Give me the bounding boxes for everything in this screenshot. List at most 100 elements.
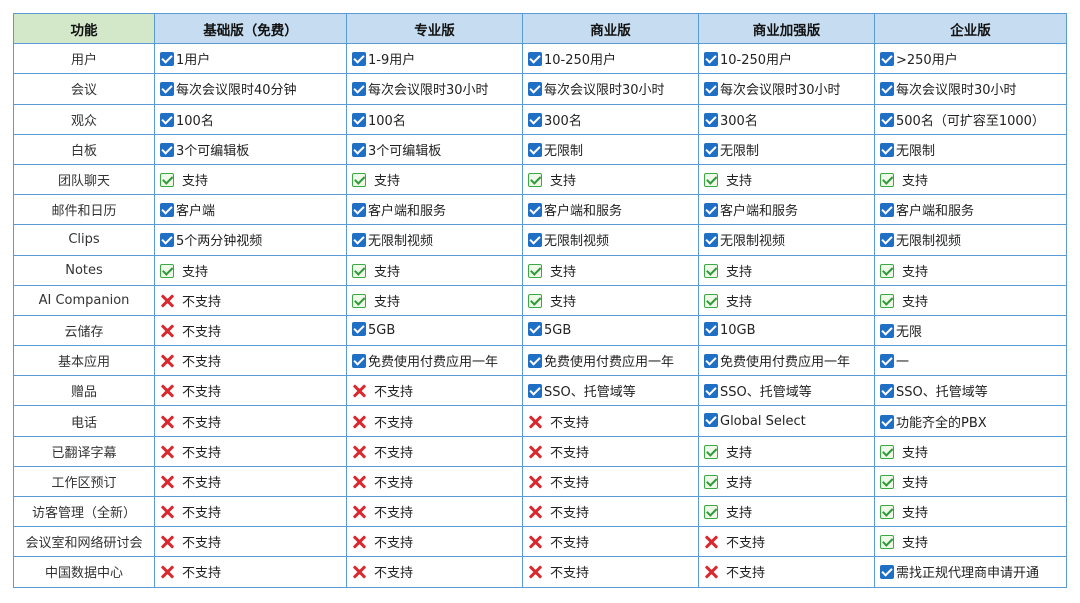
cell-text: 每次会议限时30小时 <box>896 83 1017 99</box>
green-check-icon <box>528 263 542 278</box>
cell-text: 免费使用付费应用一年 <box>368 355 499 371</box>
checkbox-checked-icon <box>528 384 542 399</box>
red-cross-icon <box>160 505 174 519</box>
cell-text: 支持 <box>726 475 753 491</box>
cell-text: 支持 <box>902 475 929 491</box>
table-row: 会议 每次会议限时40分钟 每次会议限时30小时 每次会议限时30小时 每次会议限时30… <box>13 73 1067 105</box>
green-check-icon <box>352 293 366 308</box>
plan-value-cell: 不支持 <box>154 405 347 437</box>
cell-text: SSO、托管域等 <box>720 385 812 401</box>
feature-name-cell: 观众 <box>13 103 155 135</box>
plan-value-cell: 不支持 <box>522 435 699 467</box>
plan-value-cell: 不支持 <box>154 375 347 407</box>
cell-text: 不支持 <box>374 415 414 431</box>
checkbox-checked-icon <box>528 203 542 218</box>
cell-text: 不支持 <box>550 506 590 522</box>
plan-value-cell: 支持 <box>698 254 875 286</box>
cell-text: 不支持 <box>182 566 222 582</box>
red-cross-icon <box>704 535 718 549</box>
plan-value-cell: 支持 <box>874 254 1067 286</box>
cell-text: 10-250用户 <box>544 53 617 69</box>
checkbox-checked-icon <box>528 142 542 157</box>
cell-text: 无限制视频 <box>896 234 962 250</box>
cell-text: 支持 <box>550 294 577 310</box>
plan-value-cell: 客户端和服务 <box>698 194 875 226</box>
plan-value-cell: 无限制视频 <box>346 224 523 256</box>
checkbox-checked-icon <box>352 82 366 97</box>
plan-value-cell: 支持 <box>874 526 1067 558</box>
header-enterprise-plan: 企业版 <box>874 12 1067 45</box>
red-cross-icon <box>352 535 366 549</box>
plan-value-cell: 支持 <box>346 254 523 286</box>
cell-text: 无限 <box>896 324 923 340</box>
table-row: Notes 支持 支持 支持 支持 支持 <box>13 254 1067 286</box>
cell-text: 支持 <box>902 506 929 522</box>
green-check-icon <box>704 263 718 278</box>
green-check-icon <box>160 263 174 278</box>
plan-value-cell: Global Select <box>698 405 875 437</box>
cell-text: 客户端 <box>176 204 216 220</box>
header-basic-plan: 基础版（免费） <box>154 12 347 45</box>
checkbox-checked-icon <box>528 52 542 67</box>
table-row: 工作区预订 不支持 不支持 不支持 支持 支持 <box>13 465 1067 498</box>
plan-value-cell: SSO、托管域等 <box>522 375 699 407</box>
cell-text: 不支持 <box>550 566 590 582</box>
cell-text: 每次会议限时40分钟 <box>176 83 297 99</box>
table-body: 用户 1用户 1-9用户 10-250用户 10-250用户 >250用户 会议 每次会议限时… <box>13 43 1067 588</box>
checkbox-checked-icon <box>880 52 894 67</box>
plan-value-cell: 支持 <box>874 495 1067 528</box>
cell-text: 支持 <box>902 294 929 310</box>
feature-name-cell: 会议 <box>13 73 155 105</box>
plan-value-cell: 10GB <box>698 314 875 347</box>
plan-value-cell: 无限制视频 <box>698 224 875 256</box>
checkbox-checked-icon <box>704 354 718 369</box>
cell-text: 不支持 <box>182 294 222 310</box>
plan-value-cell: 不支持 <box>154 465 347 498</box>
cell-text: 不支持 <box>182 506 222 522</box>
table-row: 基本应用 不支持 免费使用付费应用一年 免费使用付费应用一年 免费使用付费应用一年 一 <box>13 345 1067 377</box>
plan-value-cell: 不支持 <box>346 465 523 498</box>
green-check-icon <box>880 173 894 188</box>
feature-name-cell: AI Companion <box>13 284 155 316</box>
red-cross-icon <box>528 565 542 579</box>
red-cross-icon <box>160 475 174 489</box>
plan-value-cell: 不支持 <box>522 405 699 437</box>
cell-text: 不支持 <box>182 415 222 431</box>
plan-value-cell: 3个可编辑板 <box>346 133 523 165</box>
plan-value-cell: 不支持 <box>522 526 699 558</box>
cell-text: 不支持 <box>374 385 414 401</box>
plan-value-cell: 支持 <box>154 163 347 196</box>
plan-value-cell: 不支持 <box>154 314 347 347</box>
checkbox-checked-icon <box>528 112 542 127</box>
plan-value-cell: 支持 <box>874 435 1067 467</box>
plan-value-cell: 免费使用付费应用一年 <box>522 345 699 377</box>
green-check-icon <box>880 293 894 308</box>
plan-value-cell: 不支持 <box>346 556 523 588</box>
plan-value-cell: 无限制 <box>874 133 1067 165</box>
header-row: 功能 基础版（免费） 专业版 商业版 商业加强版 企业版 <box>13 12 1067 45</box>
cell-text: 支持 <box>374 294 401 310</box>
cell-text: 不支持 <box>550 415 590 431</box>
cell-text: 免费使用付费应用一年 <box>544 355 675 371</box>
cell-text: 无限制视频 <box>368 234 434 250</box>
cell-text: 3个可编辑板 <box>368 143 442 159</box>
green-check-icon <box>880 535 894 550</box>
green-check-icon <box>704 474 718 489</box>
checkbox-checked-icon <box>352 233 366 248</box>
cell-text: 1-9用户 <box>368 53 416 69</box>
feature-name-cell: Notes <box>13 254 155 286</box>
red-cross-icon <box>528 535 542 549</box>
feature-name-cell: 邮件和日历 <box>13 194 155 226</box>
checkbox-checked-icon <box>528 354 542 369</box>
checkbox-checked-icon <box>160 142 174 157</box>
plan-value-cell: 不支持 <box>522 465 699 498</box>
feature-name-cell: 用户 <box>13 43 155 75</box>
cell-text: 一 <box>896 355 910 371</box>
plan-value-cell: 无限 <box>874 314 1067 347</box>
plan-comparison-table: 功能 基础版（免费） 专业版 商业版 商业加强版 企业版 用户 1用户 1-9用户 1… <box>13 12 1067 588</box>
feature-name-cell: 会议室和网络研讨会 <box>13 526 155 558</box>
plan-value-cell: 1用户 <box>154 43 347 75</box>
cell-text: 支持 <box>550 264 577 280</box>
table-row: 云储存 不支持 5GB 5GB 10GB 无限 <box>13 314 1067 347</box>
checkbox-checked-icon <box>352 203 366 218</box>
